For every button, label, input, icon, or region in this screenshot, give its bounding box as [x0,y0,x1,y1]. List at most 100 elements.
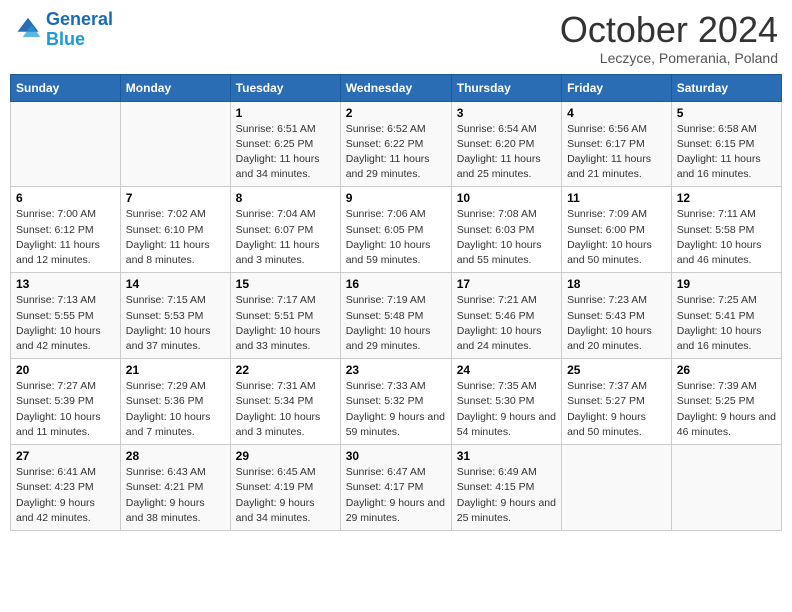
day-number: 14 [126,277,225,291]
day-number: 11 [567,191,666,205]
logo: GeneralBlue [14,10,113,50]
day-info: Sunrise: 7:04 AMSunset: 6:07 PMDaylight:… [236,207,335,268]
day-info: Sunrise: 7:08 AMSunset: 6:03 PMDaylight:… [457,207,556,268]
calendar-cell: 21 Sunrise: 7:29 AMSunset: 5:36 PMDayligh… [120,359,230,445]
day-info: Sunrise: 7:15 AMSunset: 5:53 PMDaylight:… [126,293,225,354]
calendar-cell: 17 Sunrise: 7:21 AMSunset: 5:46 PMDayligh… [451,273,561,359]
day-number: 30 [346,449,446,463]
calendar-cell: 24Sunrise: 7:35 AMSunset: 5:30 PMDayligh… [451,359,561,445]
weekday-header: Thursday [451,74,561,101]
calendar-cell [562,445,672,531]
day-info: Sunrise: 7:13 AMSunset: 5:55 PMDaylight:… [16,293,115,354]
day-number: 13 [16,277,115,291]
calendar-cell: 14 Sunrise: 7:15 AMSunset: 5:53 PMDayligh… [120,273,230,359]
month-title: October 2024 [560,10,778,50]
day-info: Sunrise: 7:09 AMSunset: 6:00 PMDaylight:… [567,207,666,268]
weekday-header: Monday [120,74,230,101]
calendar-cell [11,101,121,187]
day-info: Sunrise: 7:02 AMSunset: 6:10 PMDaylight:… [126,207,225,268]
logo-icon [14,16,42,44]
day-number: 31 [457,449,556,463]
day-number: 4 [567,106,666,120]
day-info: Sunrise: 6:54 AMSunset: 6:20 PMDaylight:… [457,122,556,183]
weekday-header: Tuesday [230,74,340,101]
day-info: Sunrise: 7:27 AMSunset: 5:39 PMDaylight:… [16,379,115,440]
day-info: Sunrise: 7:19 AMSunset: 5:48 PMDaylight:… [346,293,446,354]
day-info: Sunrise: 7:35 AMSunset: 5:30 PMDaylight:… [457,379,556,440]
day-number: 21 [126,363,225,377]
day-number: 19 [677,277,776,291]
day-info: Sunrise: 7:25 AMSunset: 5:41 PMDaylight:… [677,293,776,354]
weekday-header: Saturday [671,74,781,101]
day-info: Sunrise: 6:41 AMSunset: 4:23 PMDaylight:… [16,465,115,526]
day-number: 6 [16,191,115,205]
calendar-cell: 5 Sunrise: 6:58 AMSunset: 6:15 PMDaylight… [671,101,781,187]
day-info: Sunrise: 6:49 AMSunset: 4:15 PMDaylight:… [457,465,556,526]
day-number: 26 [677,363,776,377]
calendar-cell: 8 Sunrise: 7:04 AMSunset: 6:07 PMDaylight… [230,187,340,273]
page-header: GeneralBlue October 2024 Leczyce, Pomera… [10,10,782,66]
weekday-header: Friday [562,74,672,101]
day-info: Sunrise: 6:47 AMSunset: 4:17 PMDaylight:… [346,465,446,526]
calendar-week-row: 6 Sunrise: 7:00 AMSunset: 6:12 PMDaylight… [11,187,782,273]
day-info: Sunrise: 7:37 AMSunset: 5:27 PMDaylight:… [567,379,666,440]
weekday-header: Wednesday [340,74,451,101]
day-number: 18 [567,277,666,291]
day-number: 29 [236,449,335,463]
day-number: 16 [346,277,446,291]
day-number: 20 [16,363,115,377]
calendar-week-row: 20 Sunrise: 7:27 AMSunset: 5:39 PMDayligh… [11,359,782,445]
weekday-header: Sunday [11,74,121,101]
day-info: Sunrise: 7:11 AMSunset: 5:58 PMDaylight:… [677,207,776,268]
calendar-cell: 4 Sunrise: 6:56 AMSunset: 6:17 PMDaylight… [562,101,672,187]
day-number: 27 [16,449,115,463]
day-info: Sunrise: 7:29 AMSunset: 5:36 PMDaylight:… [126,379,225,440]
calendar-week-row: 1 Sunrise: 6:51 AMSunset: 6:25 PMDaylight… [11,101,782,187]
day-number: 23 [346,363,446,377]
day-info: Sunrise: 7:33 AMSunset: 5:32 PMDaylight:… [346,379,446,440]
calendar-cell: 10 Sunrise: 7:08 AMSunset: 6:03 PMDayligh… [451,187,561,273]
calendar-cell: 31 Sunrise: 6:49 AMSunset: 4:15 PMDayligh… [451,445,561,531]
day-number: 5 [677,106,776,120]
day-number: 17 [457,277,556,291]
day-info: Sunrise: 6:43 AMSunset: 4:21 PMDaylight:… [126,465,225,526]
calendar-cell: 25Sunrise: 7:37 AMSunset: 5:27 PMDayligh… [562,359,672,445]
day-info: Sunrise: 6:45 AMSunset: 4:19 PMDaylight:… [236,465,335,526]
day-number: 3 [457,106,556,120]
calendar-cell: 15Sunrise: 7:17 AMSunset: 5:51 PMDayligh… [230,273,340,359]
calendar-cell: 3 Sunrise: 6:54 AMSunset: 6:20 PMDaylight… [451,101,561,187]
calendar-cell: 13 Sunrise: 7:13 AMSunset: 5:55 PMDayligh… [11,273,121,359]
day-info: Sunrise: 6:58 AMSunset: 6:15 PMDaylight:… [677,122,776,183]
calendar-cell: 16 Sunrise: 7:19 AMSunset: 5:48 PMDayligh… [340,273,451,359]
calendar-cell: 20 Sunrise: 7:27 AMSunset: 5:39 PMDayligh… [11,359,121,445]
calendar-cell: 28Sunrise: 6:43 AMSunset: 4:21 PMDayligh… [120,445,230,531]
day-info: Sunrise: 7:39 AMSunset: 5:25 PMDaylight:… [677,379,776,440]
calendar-cell: 27 Sunrise: 6:41 AMSunset: 4:23 PMDayligh… [11,445,121,531]
day-number: 1 [236,106,335,120]
day-number: 10 [457,191,556,205]
title-block: October 2024 Leczyce, Pomerania, Poland [560,10,778,66]
day-info: Sunrise: 6:52 AMSunset: 6:22 PMDaylight:… [346,122,446,183]
day-number: 9 [346,191,446,205]
day-number: 2 [346,106,446,120]
calendar-cell: 18Sunrise: 7:23 AMSunset: 5:43 PMDayligh… [562,273,672,359]
day-info: Sunrise: 7:17 AMSunset: 5:51 PMDaylight:… [236,293,335,354]
calendar-cell: 9 Sunrise: 7:06 AMSunset: 6:05 PMDaylight… [340,187,451,273]
calendar-cell: 30 Sunrise: 6:47 AMSunset: 4:17 PMDayligh… [340,445,451,531]
day-info: Sunrise: 6:51 AMSunset: 6:25 PMDaylight:… [236,122,335,183]
day-info: Sunrise: 7:00 AMSunset: 6:12 PMDaylight:… [16,207,115,268]
day-info: Sunrise: 7:06 AMSunset: 6:05 PMDaylight:… [346,207,446,268]
calendar-cell: 19 Sunrise: 7:25 AMSunset: 5:41 PMDayligh… [671,273,781,359]
calendar-cell: 11 Sunrise: 7:09 AMSunset: 6:00 PMDayligh… [562,187,672,273]
calendar-table: SundayMondayTuesdayWednesdayThursdayFrid… [10,74,782,531]
calendar-cell: 1 Sunrise: 6:51 AMSunset: 6:25 PMDaylight… [230,101,340,187]
calendar-cell: 2 Sunrise: 6:52 AMSunset: 6:22 PMDaylight… [340,101,451,187]
calendar-week-row: 13 Sunrise: 7:13 AMSunset: 5:55 PMDayligh… [11,273,782,359]
day-number: 22 [236,363,335,377]
day-number: 8 [236,191,335,205]
day-number: 7 [126,191,225,205]
day-info: Sunrise: 6:56 AMSunset: 6:17 PMDaylight:… [567,122,666,183]
logo-text: GeneralBlue [46,10,113,50]
calendar-cell: 7 Sunrise: 7:02 AMSunset: 6:10 PMDaylight… [120,187,230,273]
day-info: Sunrise: 7:21 AMSunset: 5:46 PMDaylight:… [457,293,556,354]
